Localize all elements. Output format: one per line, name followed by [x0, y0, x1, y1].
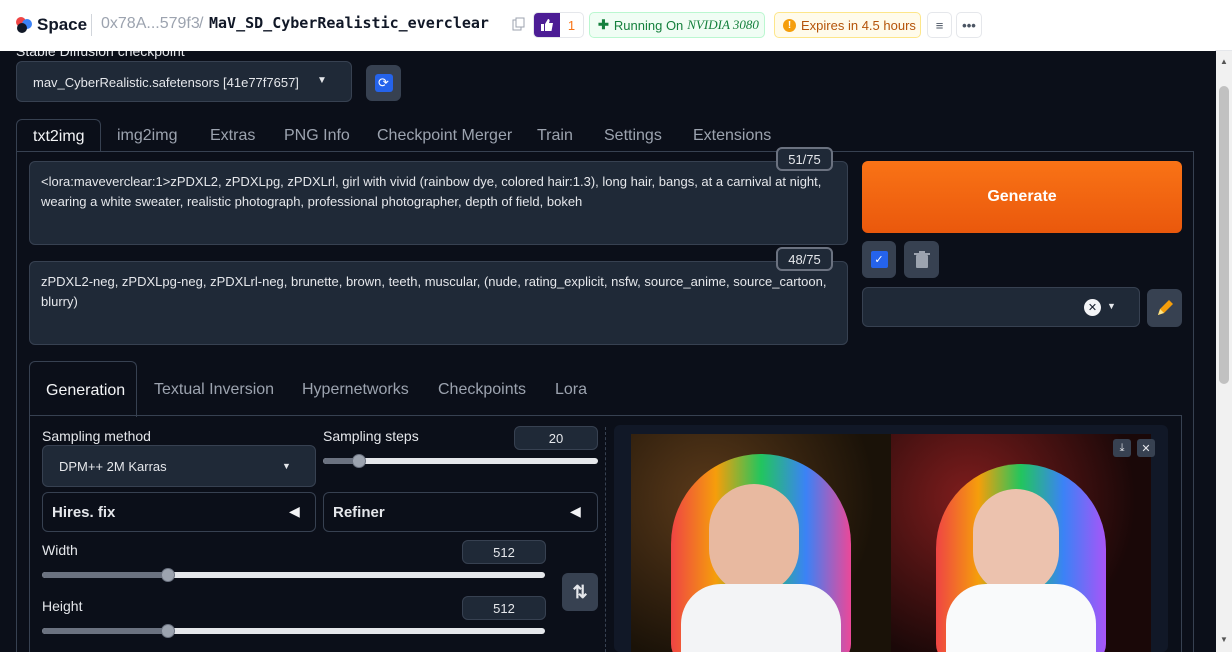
pencil-icon [1157, 300, 1173, 315]
height-label: Height [42, 598, 83, 614]
width-input[interactable]: 512 [462, 540, 546, 564]
prompt-text: <lora:maveverclear:1>zPDXL2, zPDXLpg, zP… [41, 174, 822, 209]
width-slider[interactable] [42, 568, 545, 582]
negative-prompt-textarea[interactable]: zPDXL2-neg, zPDXLpg-neg, zPDXLrl-neg, br… [29, 261, 848, 345]
running-label: Running On [613, 17, 684, 33]
subtab-hypernetworks[interactable]: Hypernetworks [302, 381, 409, 399]
sampling-steps-slider[interactable] [323, 454, 598, 468]
path-separator: / [199, 15, 204, 32]
close-icon[interactable]: ✕ [1137, 439, 1155, 457]
generate-label: Generate [987, 188, 1057, 205]
download-icon[interactable]: ⤓ [1113, 439, 1131, 457]
subtab-generation[interactable]: Generation [29, 361, 137, 417]
checkbox-icon: ✓ [870, 251, 888, 268]
like-count: 1 [567, 17, 576, 33]
styles-select[interactable]: ✕ ▼ [862, 287, 1140, 327]
width-value: 512 [493, 544, 515, 560]
subtab-label: Generation [46, 382, 126, 399]
height-slider[interactable] [42, 624, 545, 638]
collapse-arrow-icon: ◀ [289, 503, 300, 519]
slider-thumb[interactable] [351, 454, 366, 468]
expires-label: Expires in 4.5 hours [801, 17, 916, 33]
sampling-steps-value: 20 [548, 430, 564, 446]
tab-extras[interactable]: Extras [210, 127, 255, 145]
divider [91, 14, 92, 36]
trash-icon [913, 250, 930, 268]
scroll-down-icon[interactable]: ▼ [1220, 635, 1228, 644]
expires-badge[interactable]: ! Expires in 4.5 hours [774, 12, 921, 38]
running-badge[interactable]: ✚ Running On NVIDIA 3080 [589, 12, 765, 38]
subtab-checkpoints[interactable]: Checkpoints [438, 381, 526, 399]
slider-fill [42, 572, 168, 578]
embed-button[interactable]: ≡ [927, 12, 952, 38]
slider-thumb[interactable] [160, 568, 175, 582]
tab-img2img[interactable]: img2img [117, 127, 177, 145]
tab-train[interactable]: Train [537, 127, 573, 145]
sampling-steps-label: Sampling steps [323, 428, 419, 444]
width-label: Width [42, 542, 78, 558]
refresh-icon: ⟳ [374, 74, 393, 92]
edit-styles-button[interactable] [1147, 289, 1182, 327]
hires-fix-accordion[interactable]: Hires. fix ◀ [42, 492, 316, 532]
dropdown-arrow-icon: ▼ [1107, 301, 1116, 311]
height-value: 512 [493, 600, 515, 616]
ellipsis-icon: ••• [962, 17, 976, 33]
negative-token-counter: 48/75 [776, 247, 833, 271]
tab-txt2img[interactable]: txt2img [16, 119, 101, 152]
dropdown-arrow-icon: ▼ [317, 75, 327, 86]
tab-checkpoint-merger[interactable]: Checkpoint Merger [377, 127, 512, 145]
scroll-thumb[interactable] [1219, 86, 1229, 384]
dropdown-arrow-icon: ▼ [282, 461, 291, 471]
collapse-arrow-icon: ◀ [570, 503, 581, 519]
refiner-label: Refiner [333, 504, 385, 521]
checkpoint-select[interactable]: mav_CyberRealistic.safetensors [41e77f76… [16, 61, 352, 102]
sampling-method-label: Sampling method [42, 428, 151, 444]
like-button[interactable]: 1 [533, 12, 584, 38]
refresh-checkpoint-button[interactable]: ⟳ [366, 65, 401, 101]
tab-extensions[interactable]: Extensions [693, 127, 771, 145]
slider-fill [42, 628, 168, 634]
column-divider [605, 427, 606, 652]
generate-button[interactable]: Generate [862, 161, 1182, 233]
scroll-up-icon[interactable]: ▲ [1220, 57, 1228, 66]
apply-styles-button[interactable]: ✓ [862, 241, 896, 278]
space-name[interactable]: MaV_SD_CyberRealistic_everclear [209, 14, 489, 32]
slider-thumb[interactable] [160, 624, 175, 638]
sampling-steps-input[interactable]: 20 [514, 426, 598, 450]
negative-prompt-text: zPDXL2-neg, zPDXLpg-neg, zPDXLrl-neg, br… [41, 274, 827, 309]
more-button[interactable]: ••• [956, 12, 982, 38]
tab-label: txt2img [33, 128, 85, 145]
swap-dimensions-button[interactable]: ⇅ [562, 573, 598, 611]
clear-prompt-button[interactable] [904, 241, 939, 278]
owner-link[interactable]: 0x78A...579f3 [101, 15, 200, 33]
prompt-textarea[interactable]: <lora:maveverclear:1>zPDXL2, zPDXLpg, zP… [29, 161, 848, 245]
token-count: 51/75 [788, 151, 821, 167]
brand-label[interactable]: Space [37, 15, 87, 35]
copy-icon[interactable] [512, 17, 526, 31]
hires-fix-label: Hires. fix [52, 504, 116, 521]
plus-icon: ✚ [598, 17, 609, 32]
height-input[interactable]: 512 [462, 596, 546, 620]
output-gallery: ⤓ ✕ [614, 425, 1168, 652]
sampling-method-value: DPM++ 2M Karras [59, 459, 167, 474]
clear-icon[interactable]: ✕ [1084, 299, 1101, 316]
prompt-token-counter: 51/75 [776, 147, 833, 171]
token-count: 48/75 [788, 251, 821, 267]
output-image-2[interactable] [891, 434, 1151, 652]
swap-arrows-icon: ⇅ [572, 581, 588, 602]
hf-logo-icon[interactable] [14, 15, 34, 35]
thumbs-up-icon [534, 13, 560, 37]
warning-icon: ! [783, 18, 796, 32]
refiner-accordion[interactable]: Refiner ◀ [323, 492, 598, 532]
tab-png-info[interactable]: PNG Info [284, 127, 350, 145]
subtab-lora[interactable]: Lora [555, 381, 587, 399]
sampling-method-select[interactable]: DPM++ 2M Karras ▼ [42, 445, 316, 487]
list-icon: ≡ [935, 17, 944, 33]
subtab-textual-inversion[interactable]: Textual Inversion [154, 381, 274, 399]
tab-settings[interactable]: Settings [604, 127, 662, 145]
checkpoint-value: mav_CyberRealistic.safetensors [41e77f76… [33, 75, 299, 90]
page-scrollbar[interactable]: ▲ ▼ [1216, 51, 1232, 652]
output-image-1[interactable] [631, 434, 891, 652]
hardware-label: NVIDIA 3080 [687, 17, 759, 32]
